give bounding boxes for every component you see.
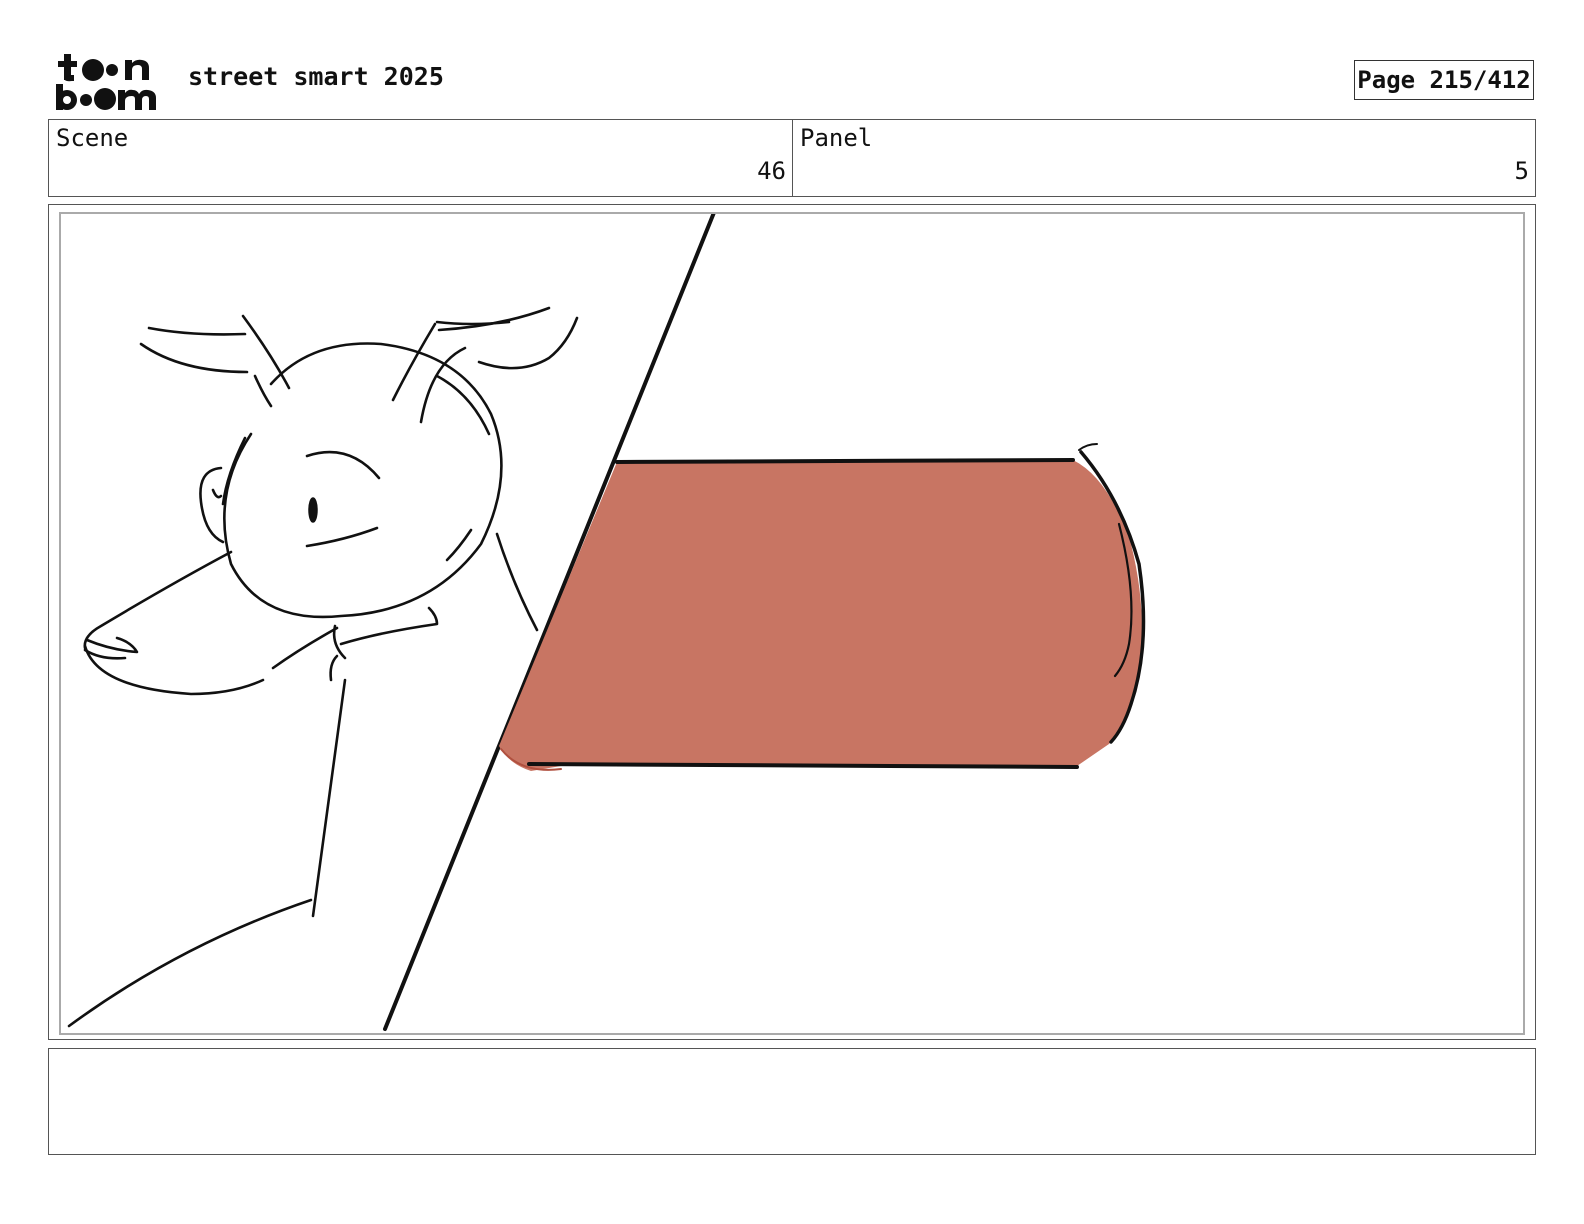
storyboard-panel-frame [48, 204, 1536, 1040]
sketch-illustration [67, 214, 1146, 1031]
scene-cell: Scene 46 [49, 120, 793, 196]
panel-drawing-area [59, 212, 1525, 1035]
page-number-badge: Page 215/412 [1354, 60, 1534, 100]
scene-number: 46 [757, 157, 786, 185]
notes-box [48, 1048, 1536, 1155]
document-title: street smart 2025 [188, 62, 444, 91]
panel-cell: Panel 5 [793, 120, 1535, 196]
toon-boom-logo [50, 50, 165, 112]
panel-label: Panel [800, 124, 873, 152]
scene-panel-info: Scene 46 Panel 5 [48, 119, 1536, 197]
panel-number: 5 [1514, 157, 1529, 185]
scene-label: Scene [56, 124, 129, 152]
